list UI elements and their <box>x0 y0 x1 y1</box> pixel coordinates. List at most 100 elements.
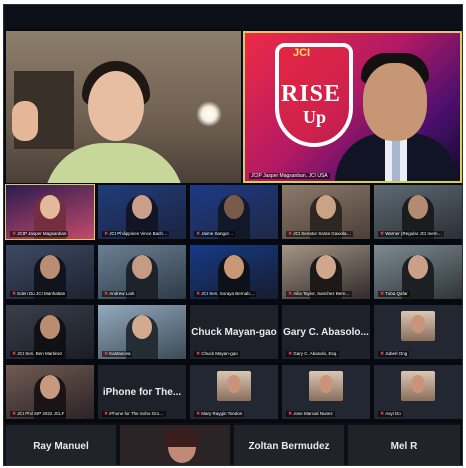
participant-tile[interactable]: iPhone for The... ✖iPhone for The Soho Gr… <box>98 365 186 419</box>
participant-name: JCI Philippines Vince Bach… <box>109 231 168 236</box>
top-bar <box>4 5 462 29</box>
participant-name: Warner (Regular JCI mem… <box>385 231 443 236</box>
participant-tile[interactable]: ✖Jaime Sangor… <box>190 185 278 239</box>
participant-face <box>88 71 144 141</box>
participant-caption: ✖Tuba Qafar <box>378 291 410 297</box>
participant-tile[interactable]: ✖Ailia Taylor, Sanchez Bern… <box>282 245 370 299</box>
zoom-gallery-window: JCI RISE Up JCIP Jasper Magsanban, JCI U… <box>3 4 463 466</box>
mic-muted-icon: ✖ <box>12 231 17 237</box>
speaker-caption-right: JCIP Jasper Magsanban, JCI USA <box>249 173 330 179</box>
participant-face <box>319 375 333 393</box>
participant-name: Eden Du JCI Manhattan <box>17 291 66 296</box>
participant-caption: ✖JCIP Jasper Magsanban <box>10 231 69 237</box>
profile-picture <box>217 371 251 401</box>
participant-name: Juberl Ong <box>385 351 408 356</box>
participant-tile[interactable]: Chuck Mayan-gao ✖Chuck Mayan-gao <box>190 305 278 359</box>
participant-tile[interactable] <box>120 425 230 465</box>
participant-name: JCI Sen. Soraya Bernab… <box>201 291 255 296</box>
participant-tile[interactable]: ✖Asyi Do <box>374 365 462 419</box>
mic-muted-icon: ✖ <box>104 351 109 357</box>
participant-tile[interactable]: ✖JCI Philippines Vince Bach… <box>98 185 186 239</box>
participant-caption: ✖JCI Sen. Ben Martinez <box>10 351 65 357</box>
participant-tile[interactable]: Gary C. Abasolo... ✖Gary C. Abasolo, Esq. <box>282 305 370 359</box>
mic-muted-icon: ✖ <box>12 411 17 417</box>
participant-name: Mary Raygin Tondon <box>201 411 243 416</box>
mic-muted-icon: ✖ <box>288 231 293 237</box>
participant-caption: ✖Mary Raygin Tondon <box>194 411 245 417</box>
participant-face <box>40 255 60 279</box>
participant-tile[interactable]: ✖Jose Marcial Nunez <box>282 365 370 419</box>
mic-muted-icon: ✖ <box>288 411 293 417</box>
participant-face <box>411 375 425 393</box>
participant-name: Jose Marcial Nunez <box>293 411 333 416</box>
participant-face <box>132 315 152 339</box>
participant-face <box>132 195 152 219</box>
participant-caption: ✖JCI Senator Santa Gaxiola… <box>286 231 353 237</box>
mic-muted-icon: ✖ <box>196 291 201 297</box>
participant-face <box>363 63 427 141</box>
mic-muted-icon: ✖ <box>104 411 109 417</box>
participant-caption: ✖Warner (Regular JCI mem… <box>378 231 445 237</box>
participant-display-name: Gary C. Abasolo... <box>283 326 369 338</box>
participant-name: Andrew Lark <box>109 291 135 296</box>
participant-tile[interactable]: ✖Eden Du JCI Manhattan <box>6 245 94 299</box>
participant-name: Ailia Taylor, Sanchez Bern… <box>293 291 350 296</box>
participant-caption: ✖Chuck Mayan-gao <box>194 351 240 357</box>
participant-name: Ray Manuel <box>33 440 89 452</box>
participant-tile[interactable]: ✖Andrew Lark <box>98 245 186 299</box>
participant-caption: ✖Eden Du JCI Manhattan <box>10 291 68 297</box>
participant-name: Chuck Mayan-gao <box>201 351 238 356</box>
speaker-tile-left[interactable] <box>6 31 241 183</box>
participant-tile[interactable]: ✖Tuba Qafar <box>374 245 462 299</box>
participant-tile[interactable]: ✖Warner (Regular JCI mem… <box>374 185 462 239</box>
participant-face <box>224 195 244 219</box>
mic-muted-icon: ✖ <box>288 351 293 357</box>
participant-name: JCIP Jasper Magsanban <box>17 231 67 236</box>
participant-caption: ✖Gary C. Abasolo, Esq. <box>286 351 340 357</box>
participant-face <box>40 315 60 339</box>
participant-name: iPhone for The Soho Gro… <box>109 411 164 416</box>
participant-name: JCI Senator Santa Gaxiola… <box>293 231 351 236</box>
participant-tile[interactable]: ✖Kastanova <box>98 305 186 359</box>
participant-name: Jaime Sangor… <box>201 231 234 236</box>
mic-muted-icon: ✖ <box>104 231 109 237</box>
poster-brand: JCI <box>293 47 311 59</box>
participant-display-name: Chuck Mayan-gao <box>191 326 277 338</box>
participant-tile[interactable]: ✖JCI Senator Santa Gaxiola… <box>282 185 370 239</box>
participant-caption: ✖Kastanova <box>102 351 133 357</box>
mic-muted-icon: ✖ <box>380 291 385 297</box>
participant-name: Kastanova <box>109 351 131 356</box>
lamp-light <box>196 101 222 127</box>
participant-name: Mel R <box>390 440 418 452</box>
profile-picture <box>401 371 435 401</box>
participant-name: Asyi Do <box>385 411 401 416</box>
participant-name: Tuba Qafar <box>385 291 408 296</box>
participant-tile[interactable]: ✖JCI Sen. Soraya Bernab… <box>190 245 278 299</box>
participant-face <box>316 195 336 219</box>
participant-tile[interactable]: ✖Mary Raygin Tondon <box>190 365 278 419</box>
participant-caption: ✖Juberl Ong <box>378 351 410 357</box>
raised-hand <box>12 101 38 141</box>
participant-display-name: iPhone for The... <box>102 386 182 398</box>
participant-caption: ✖Andrew Lark <box>102 291 137 297</box>
participant-face <box>411 315 425 333</box>
participant-tile[interactable]: ✖Juberl Ong <box>374 305 462 359</box>
participant-face <box>224 255 244 279</box>
participant-tile[interactable]: Mel R <box>348 425 460 465</box>
participant-tile[interactable]: ✖JCI Sen. Ben Martinez <box>6 305 94 359</box>
participant-tile[interactable]: ✖JCIP Jasper Magsanban <box>5 184 95 240</box>
participant-face <box>40 195 60 219</box>
mic-muted-icon: ✖ <box>380 411 385 417</box>
poster-subtitle: Up <box>303 107 327 127</box>
participant-tile[interactable]: ✖JCI Phil SIP 2022 JCLF <box>6 365 94 419</box>
participant-caption: ✖JCI Philippines Vince Bach… <box>102 231 170 237</box>
participant-caption: ✖Ailia Taylor, Sanchez Bern… <box>286 291 352 297</box>
participant-tile[interactable]: Ray Manuel <box>6 425 116 465</box>
speaker-tile-right-active[interactable]: JCI RISE Up JCIP Jasper Magsanban, JCI U… <box>243 31 462 183</box>
participant-caption: ✖JCI Sen. Soraya Bernab… <box>194 291 257 297</box>
mic-muted-icon: ✖ <box>12 351 17 357</box>
participant-face <box>132 255 152 279</box>
participant-face <box>408 195 428 219</box>
mic-muted-icon: ✖ <box>196 351 201 357</box>
participant-tile[interactable]: Zoltan Bermudez <box>234 425 344 465</box>
